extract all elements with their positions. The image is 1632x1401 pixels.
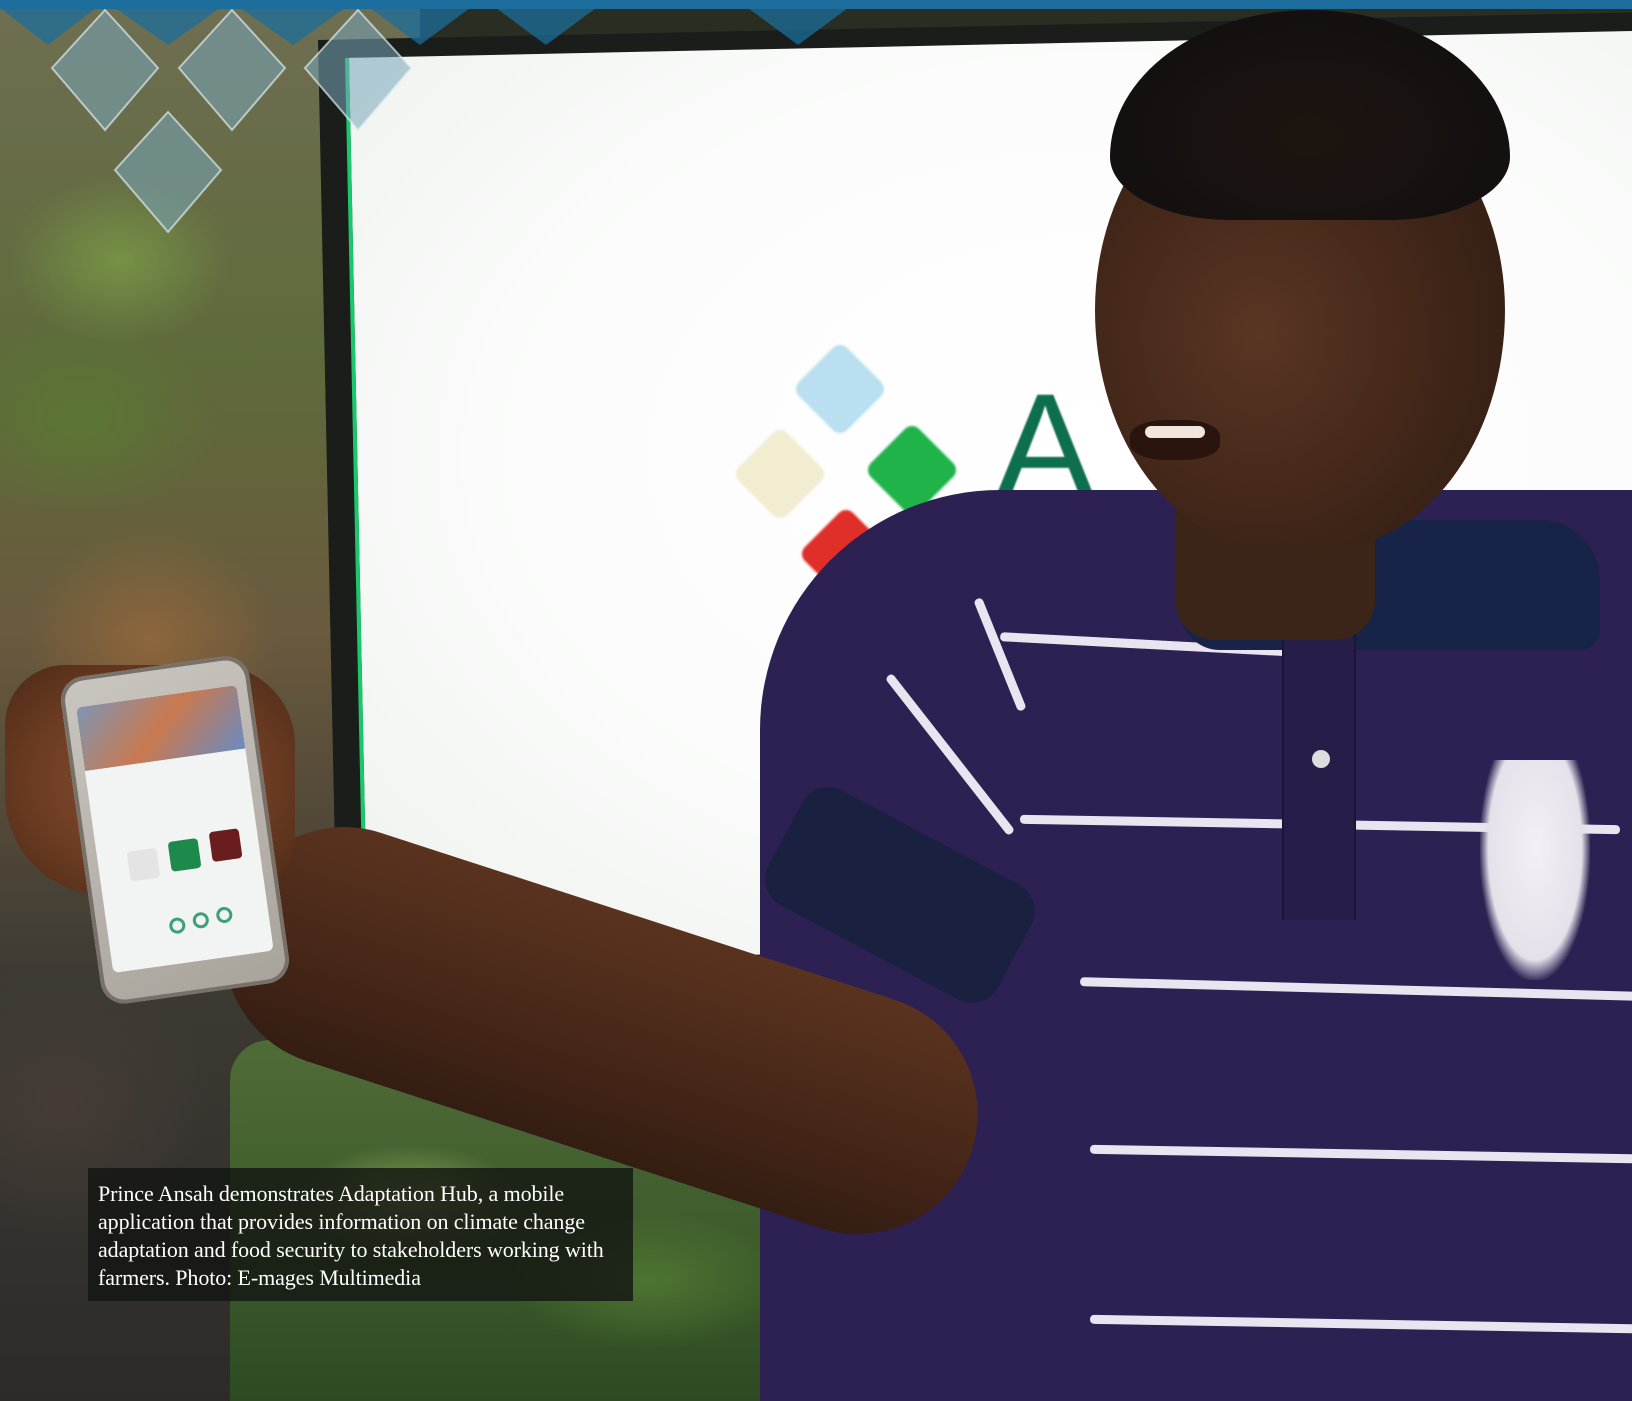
app-nav-icon: [168, 916, 187, 935]
photo-scene: A Prince Ansah demonstrates Adaptation H…: [0, 0, 1632, 1401]
brand-strip: [0, 0, 1632, 9]
shirt-placket: [1282, 620, 1356, 920]
polo-emblem: [1480, 760, 1590, 980]
app-tile: [126, 847, 161, 882]
photo-caption: Prince Ansah demonstrates Adaptation Hub…: [88, 1168, 633, 1301]
app-tile: [208, 828, 243, 863]
caption-text: Prince Ansah demonstrates Adaptation Hub…: [98, 1181, 604, 1290]
app-nav-icon: [191, 911, 210, 930]
teeth: [1145, 426, 1205, 438]
shirt-button: [1312, 750, 1330, 768]
app-tile: [167, 837, 202, 872]
app-banner: [75, 685, 246, 771]
app-nav-icon: [215, 905, 234, 925]
phone-screen: [75, 685, 274, 973]
